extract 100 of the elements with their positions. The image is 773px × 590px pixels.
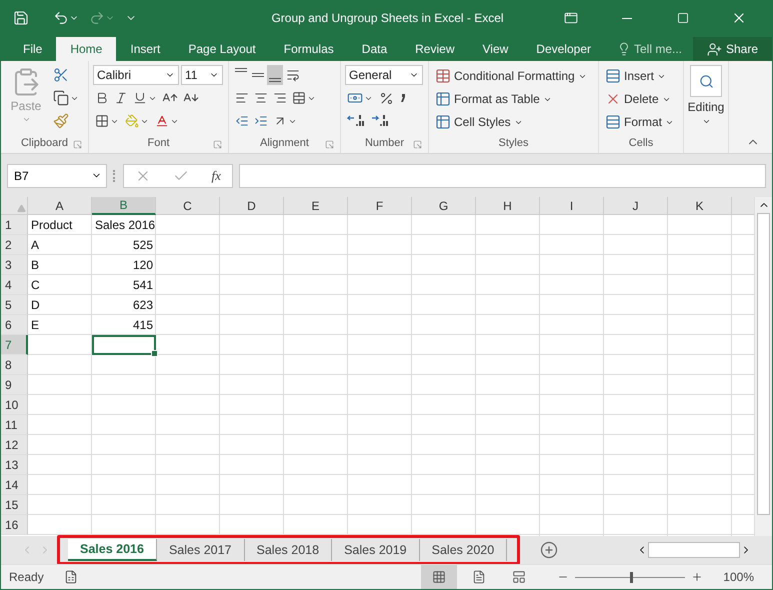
styles-button[interactable]: Format as Table [433, 88, 594, 110]
column-header[interactable]: D [220, 197, 284, 215]
row-header[interactable]: 8 [1, 355, 28, 375]
number-format-field[interactable]: General [345, 65, 423, 85]
font-name-field[interactable]: Calibri [93, 65, 179, 85]
table-cell-text: B [30, 257, 40, 274]
column-header[interactable]: F [348, 197, 412, 215]
row-header[interactable]: 14 [1, 475, 28, 495]
row-header[interactable]: 3 [1, 255, 28, 275]
column-header[interactable]: C [156, 197, 220, 215]
ribbon-tab[interactable]: Page Layout [174, 37, 270, 61]
sheet-tab[interactable]: Sales 2018 [244, 539, 332, 561]
table-cell-text: 623 [132, 297, 154, 314]
selected-cell[interactable] [92, 335, 156, 355]
column-header[interactable]: K [668, 197, 732, 215]
column-header[interactable]: G [412, 197, 476, 215]
group-label: Number [364, 137, 404, 151]
new-sheet-button[interactable] [540, 541, 558, 559]
ribbon-tab[interactable]: View [468, 37, 522, 61]
share-button[interactable]: Share [692, 37, 772, 61]
cells-button[interactable]: Insert [603, 65, 679, 87]
cells-button[interactable]: Delete [603, 88, 679, 110]
page-layout-icon [472, 570, 486, 584]
zoom-level: 100% [723, 570, 754, 584]
row-header[interactable]: 2 [1, 235, 28, 255]
cells-button[interactable]: Format [603, 111, 679, 133]
name-box[interactable]: B7 [7, 164, 107, 188]
formula-field[interactable] [239, 164, 766, 188]
save-button[interactable] [13, 10, 29, 26]
row-header[interactable]: 15 [1, 495, 28, 515]
ribbon-tab[interactable]: Insert [116, 37, 174, 61]
styles-button[interactable]: Cell Styles [433, 111, 594, 133]
font-size-field[interactable]: 11 [181, 65, 223, 85]
align-center-icon [254, 91, 268, 105]
column-header[interactable]: B [92, 197, 156, 215]
person-icon [706, 42, 722, 56]
row-header[interactable]: 11 [1, 415, 28, 435]
decimal-increase-icon [347, 114, 365, 128]
zoom-thumb[interactable] [630, 572, 634, 582]
sheet-tab[interactable]: Sales 2020 [420, 539, 508, 561]
search-icon [698, 74, 714, 88]
sheet-tab[interactable]: Sales 2017 [156, 539, 245, 561]
table-cell-text: C [30, 277, 41, 294]
column-header[interactable]: I [540, 197, 604, 215]
ribbon-tab[interactable]: Formulas [270, 37, 348, 61]
column-header[interactable]: J [604, 197, 668, 215]
column-header[interactable]: E [284, 197, 348, 215]
vertical-scrollbar[interactable] [754, 197, 772, 536]
row-header[interactable]: 6 [1, 315, 28, 335]
row-header[interactable]: 7 [1, 335, 28, 355]
insert-function-button[interactable]: fx [212, 168, 221, 184]
table-icon [435, 91, 451, 107]
row-header[interactable]: 16 [1, 515, 28, 535]
styles-button[interactable]: Conditional Formatting [433, 65, 594, 87]
row-header[interactable]: 9 [1, 375, 28, 395]
group-label: Font [147, 137, 170, 151]
ribbon-tab[interactable]: Review [401, 37, 468, 61]
table-cell-text: E [30, 317, 40, 334]
italic-icon [114, 91, 128, 105]
view-button[interactable] [421, 565, 458, 589]
lines-icon [235, 68, 247, 72]
save-icon [13, 10, 29, 26]
align-left-icon [235, 91, 249, 105]
vertical-align-button[interactable] [267, 65, 283, 85]
editing-button[interactable]: Editing [688, 65, 724, 126]
sheet-icon [64, 570, 78, 584]
sheet-tab[interactable]: Sales 2019 [332, 539, 420, 561]
row-header[interactable]: 1 [1, 215, 28, 235]
decimal-decrease-icon [371, 114, 389, 128]
sheet-tab[interactable]: Sales 2016 [68, 539, 157, 561]
ribbon-tab[interactable]: File [9, 37, 56, 61]
window-title: Group and Ungroup Sheets in Excel - Excel [270, 11, 505, 25]
column-header[interactable]: A [28, 197, 92, 215]
grid-icon [95, 114, 109, 128]
row-header[interactable]: 13 [1, 455, 28, 475]
caret-icon [22, 115, 30, 124]
row-header[interactable]: 5 [1, 295, 28, 315]
table-icon [435, 114, 451, 130]
ribbon-tab[interactable]: Home [56, 37, 116, 61]
tell-me-field[interactable]: Tell me... [609, 37, 690, 61]
group-label: Alignment [260, 137, 309, 151]
table-cell-text: 541 [132, 277, 154, 294]
undo-button[interactable] [53, 10, 79, 26]
ribbon-tab[interactable]: Data [348, 37, 402, 61]
table-cell-text: 120 [132, 257, 154, 274]
row-header[interactable]: 12 [1, 435, 28, 455]
group-label: Styles [498, 137, 528, 151]
indent-increase-icon [254, 114, 268, 128]
table-cell-text: Sales 2016 [94, 217, 156, 234]
ribbon-tab[interactable]: Developer [522, 37, 605, 61]
page-break-icon [512, 570, 526, 584]
paintbrush-icon [53, 113, 69, 129]
undo-icon [53, 10, 69, 26]
rows-icon [605, 114, 621, 130]
column-header[interactable]: H [476, 197, 540, 215]
rows-icon [605, 68, 621, 84]
lines-icon [252, 73, 264, 77]
launcher-icon [213, 140, 222, 149]
row-header[interactable]: 4 [1, 275, 28, 295]
row-header[interactable]: 10 [1, 395, 28, 415]
